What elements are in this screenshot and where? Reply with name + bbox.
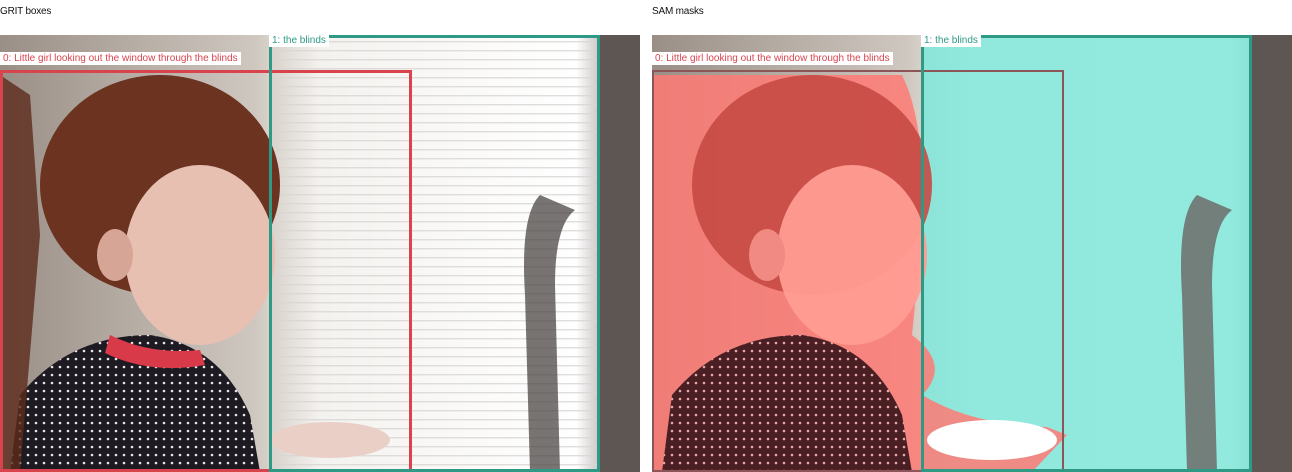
grit-boxes-panel: GRIT boxes 0: Little girl looking out th…	[0, 0, 640, 472]
blinds-label: 1: the blinds	[269, 34, 329, 47]
blinds-label: 1: the blinds	[921, 34, 981, 47]
girl-label: 0: Little girl looking out the window th…	[652, 52, 893, 65]
blinds-box	[269, 35, 600, 472]
blinds-box	[921, 35, 1252, 472]
panel-title: GRIT boxes	[0, 6, 52, 17]
panel-title: SAM masks	[652, 6, 704, 17]
girl-label: 0: Little girl looking out the window th…	[0, 52, 241, 65]
sam-masks-panel: SAM masks 0: Little girl looking out the…	[652, 0, 1292, 472]
